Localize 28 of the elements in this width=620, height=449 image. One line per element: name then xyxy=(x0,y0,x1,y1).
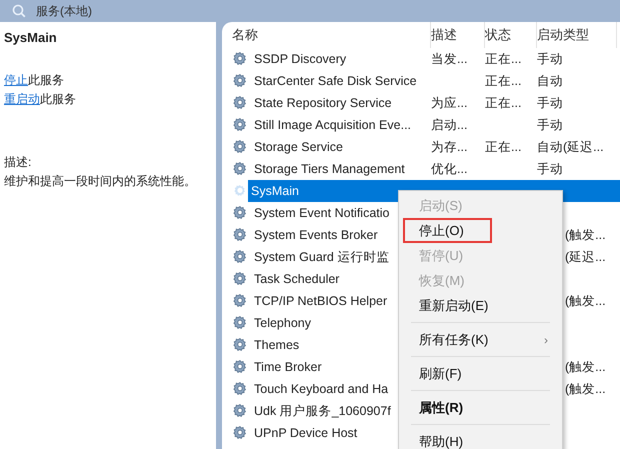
table-cell-text: (触发... xyxy=(564,292,607,310)
table-cell-text: 自动(延迟... xyxy=(537,138,605,156)
table-cell-text: 为存... xyxy=(431,138,468,156)
service-name: SysMain xyxy=(4,30,58,45)
table-cell-text: 手动 xyxy=(537,160,564,178)
table-cell-text: 正在... xyxy=(485,138,522,156)
table-cell-text: (触发... xyxy=(564,226,607,244)
description-label: 描述: xyxy=(4,154,32,171)
table-cell-text: (延迟... xyxy=(564,248,607,266)
table-cell-text: 启动... xyxy=(431,116,468,134)
table-cell-text: (触发... xyxy=(564,380,607,398)
table-cell-text: 正在... xyxy=(485,94,522,112)
table-cell-text: 当发... xyxy=(431,50,468,68)
service-name-cell-text: SysMain xyxy=(250,183,300,200)
table-cell-text: 自动 xyxy=(537,72,564,90)
service-action-text: 停止此服务 xyxy=(4,72,65,89)
table-cell-text: 手动 xyxy=(537,50,564,68)
table-cell-text: (触发... xyxy=(564,358,607,376)
service-action-text: 重启动此服务 xyxy=(4,91,77,108)
table-cell-text: 为应... xyxy=(431,94,468,112)
table-cell-text: 优化... xyxy=(431,160,468,178)
table-cell-text: 手动 xyxy=(537,116,564,134)
table-cell-text: 正在... xyxy=(485,50,522,68)
submenu-arrow: › xyxy=(544,332,548,346)
description-text: 维护和提高一段时间内的系统性能。 xyxy=(4,173,197,190)
table-cell-text: 手动 xyxy=(537,94,564,112)
window-title: 服务(本地) xyxy=(36,2,92,20)
table-cell-text: 正在... xyxy=(485,72,522,90)
